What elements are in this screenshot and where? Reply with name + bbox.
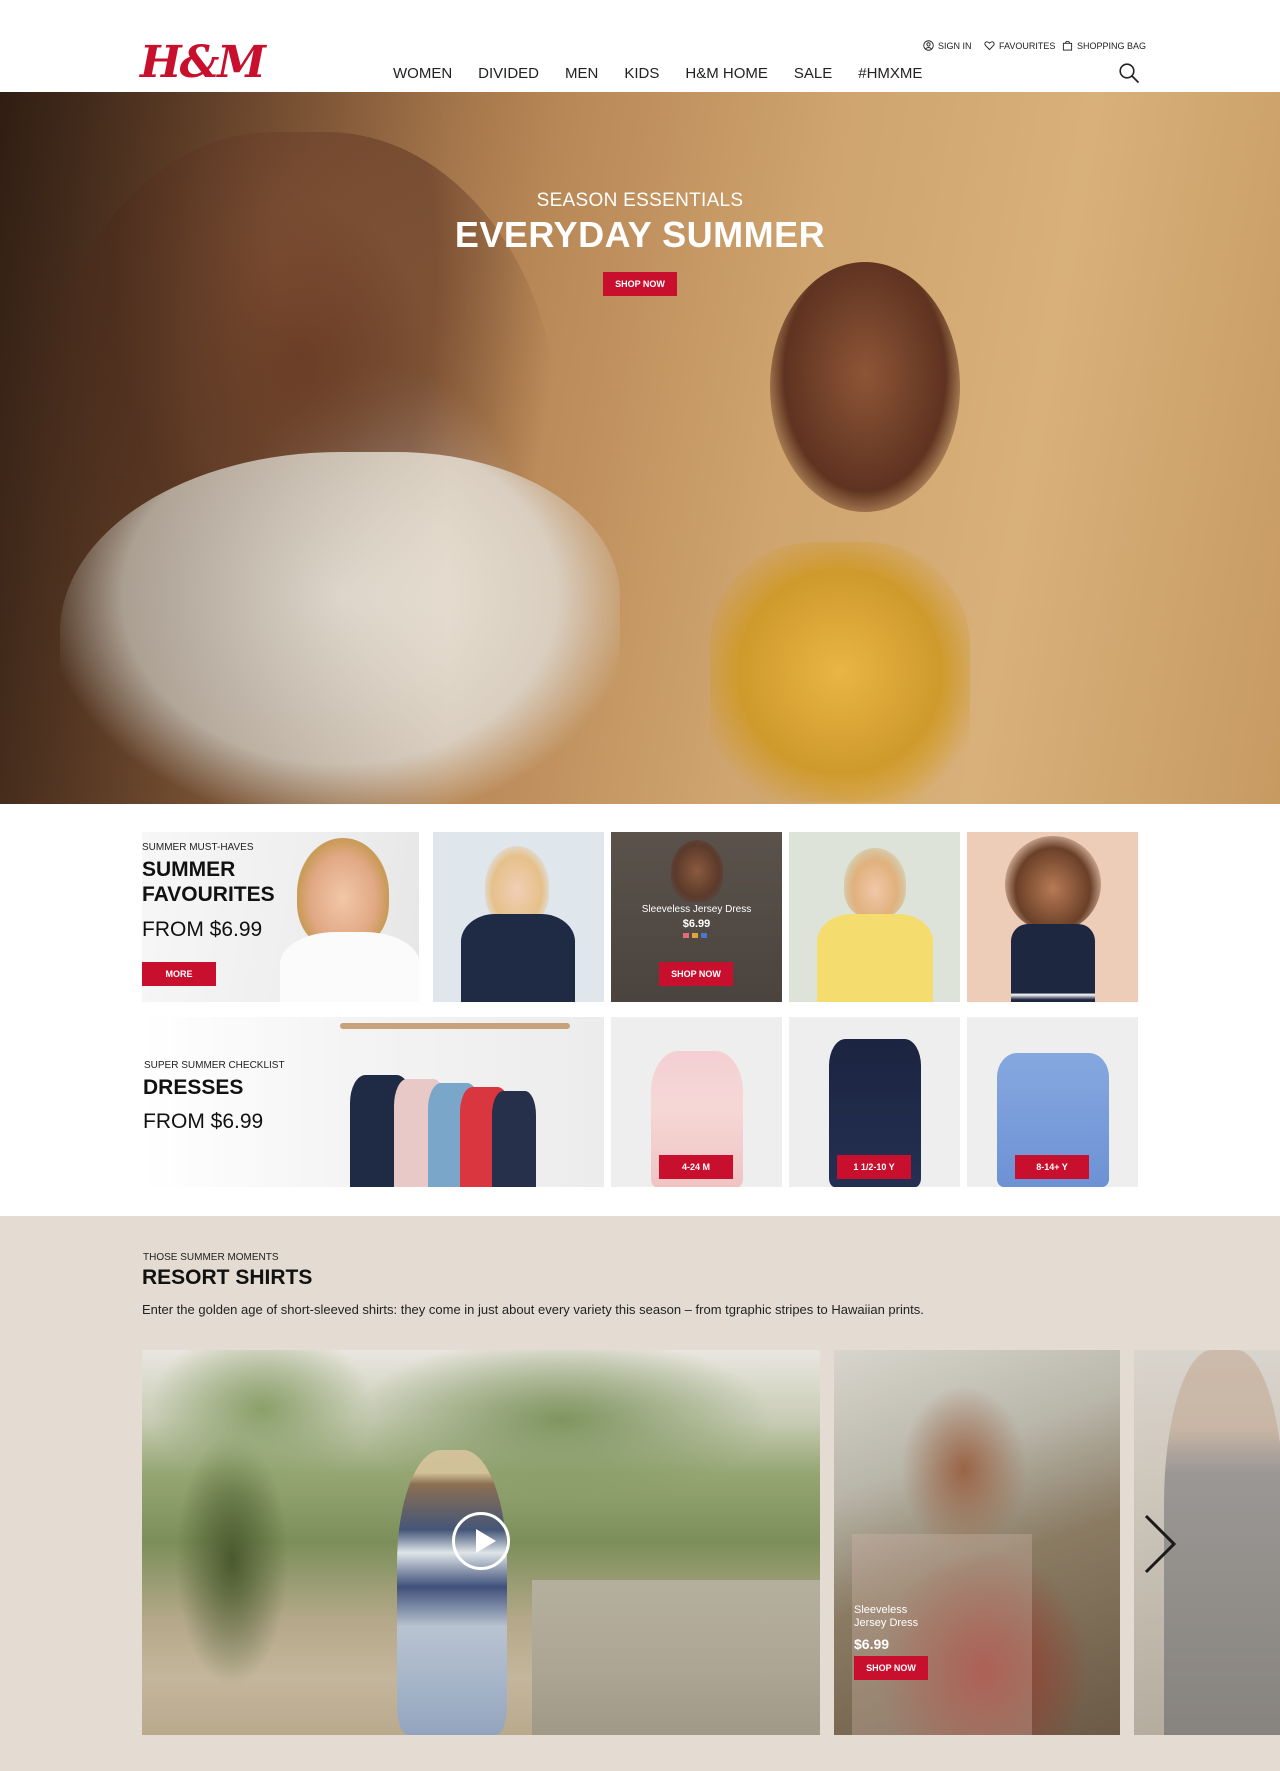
- shop-now-button[interactable]: SHOP NOW: [659, 962, 733, 986]
- user-icon: [923, 40, 934, 51]
- unicorn-dress-image: [1011, 924, 1095, 1002]
- site-header: H&M SIGN IN FAVOURITES SHOPPING BAG WOME…: [0, 0, 1280, 92]
- nav-item-kids[interactable]: KIDS: [611, 64, 672, 84]
- kid-image: [1005, 836, 1101, 932]
- resort-shirts-section: THOSE SUMMER MOMENTS RESORT SHIRTS Enter…: [0, 1216, 1280, 1771]
- resort-product-card[interactable]: Sleeveless Jersey Dress $6.99 SHOP NOW: [834, 1350, 1120, 1735]
- size-button-kids[interactable]: 1 1/2-10 Y: [837, 1155, 911, 1179]
- resort-shop-now-button[interactable]: SHOP NOW: [854, 1656, 928, 1680]
- nav-item-home[interactable]: H&M HOME: [672, 64, 781, 84]
- favourites-label: FAVOURITES: [999, 40, 1056, 51]
- more-button[interactable]: MORE: [142, 962, 216, 986]
- hero-shop-now-button[interactable]: SHOP NOW: [603, 272, 677, 296]
- nav-item-sale[interactable]: SALE: [781, 64, 845, 84]
- kid-image: [844, 848, 906, 918]
- shopping-bag-link[interactable]: SHOPPING BAG: [1062, 40, 1146, 51]
- resort-title: RESORT SHIRTS: [142, 1266, 313, 1289]
- nav-item-divided[interactable]: DIVIDED: [465, 64, 552, 84]
- hero-eyebrow: SEASON ESSENTIALS: [536, 190, 744, 211]
- size-button-teen[interactable]: 8-14+ Y: [1015, 1155, 1089, 1179]
- dresses-title: DRESSES: [143, 1076, 244, 1099]
- product-overlay: [852, 1534, 1032, 1735]
- summer-favourites-tile[interactable]: SUMMER MUST-HAVES SUMMER FAVOURITES FROM…: [142, 832, 419, 1002]
- swatch-yellow[interactable]: [692, 933, 698, 938]
- swatch-pink[interactable]: [683, 933, 689, 938]
- product-tile-butterfly-tee[interactable]: [433, 832, 604, 1002]
- dress-floral-image: [492, 1091, 536, 1187]
- resort-description: Enter the golden age of short-sleeved sh…: [142, 1302, 924, 1317]
- product-tile-jersey-dress[interactable]: Sleeveless Jersey Dress $6.99 SHOP NOW: [611, 832, 782, 1002]
- model-image: [1164, 1350, 1280, 1735]
- nav-item-men[interactable]: MEN: [552, 64, 611, 84]
- dress-size-tile-teen[interactable]: 8-14+ Y: [967, 1017, 1138, 1187]
- product-name: Sleeveless Jersey Dress: [641, 904, 752, 915]
- kid-shirt-image: [280, 932, 419, 1002]
- dresses-price: FROM $6.99: [143, 1110, 264, 1133]
- sign-in-link[interactable]: SIGN IN: [923, 40, 972, 51]
- resort-eyebrow: THOSE SUMMER MOMENTS: [143, 1252, 279, 1263]
- product-tile-unicorn-dress[interactable]: [967, 832, 1138, 1002]
- shopping-bag-label: SHOPPING BAG: [1077, 40, 1147, 51]
- hero-title: EVERYDAY SUMMER: [454, 214, 826, 255]
- favourites-link[interactable]: FAVOURITES: [984, 40, 1055, 51]
- summer-favourites-title-1: SUMMER: [142, 858, 236, 881]
- dress-size-tile-baby[interactable]: 4-24 M: [611, 1017, 782, 1187]
- cyclist-image: [397, 1450, 507, 1735]
- play-icon[interactable]: [452, 1512, 510, 1570]
- sign-in-label: SIGN IN: [938, 40, 972, 51]
- bag-icon: [1062, 40, 1073, 51]
- hero-banner[interactable]: SEASON ESSENTIALS EVERYDAY SUMMER SHOP N…: [0, 92, 1280, 804]
- size-button-baby[interactable]: 4-24 M: [659, 1155, 733, 1179]
- nav-item-women[interactable]: WOMEN: [380, 64, 465, 84]
- summer-favourites-title-2: FAVOURITES: [142, 883, 275, 906]
- swatch-blue[interactable]: [701, 933, 707, 938]
- resort-product-price: $6.99: [854, 1636, 890, 1652]
- nav-item-hmxme[interactable]: #HMXME: [845, 64, 935, 84]
- dresses-label: SUPER SUMMER CHECKLIST: [144, 1060, 285, 1071]
- dresses-tile[interactable]: SUPER SUMMER CHECKLIST DRESSES FROM $6.9…: [142, 1017, 604, 1187]
- stone-wall-image: [532, 1580, 820, 1735]
- heart-icon: [984, 41, 995, 51]
- product-tile-rider-tee[interactable]: [789, 832, 960, 1002]
- color-swatches: [683, 933, 711, 938]
- butterfly-tee-image: [461, 914, 575, 1002]
- summer-favourites-label: SUMMER MUST-HAVES: [142, 842, 254, 853]
- brand-logo[interactable]: H&M: [140, 40, 266, 86]
- main-nav: WOMEN DIVIDED MEN KIDS H&M HOME SALE #HM…: [380, 64, 935, 84]
- rider-tee-image: [817, 914, 933, 1002]
- search-icon[interactable]: [1118, 62, 1140, 84]
- clothing-rail: [340, 1023, 570, 1029]
- chevron-right-icon[interactable]: [1140, 1512, 1180, 1576]
- kid-image: [671, 840, 723, 902]
- resort-product-name: Sleeveless Jersey Dress: [854, 1604, 919, 1629]
- product-price: $6.99: [682, 918, 711, 930]
- dress-size-tile-kids[interactable]: 1 1/2-10 Y: [789, 1017, 960, 1187]
- summer-favourites-price: FROM $6.99: [142, 918, 263, 941]
- resort-video[interactable]: [142, 1350, 820, 1735]
